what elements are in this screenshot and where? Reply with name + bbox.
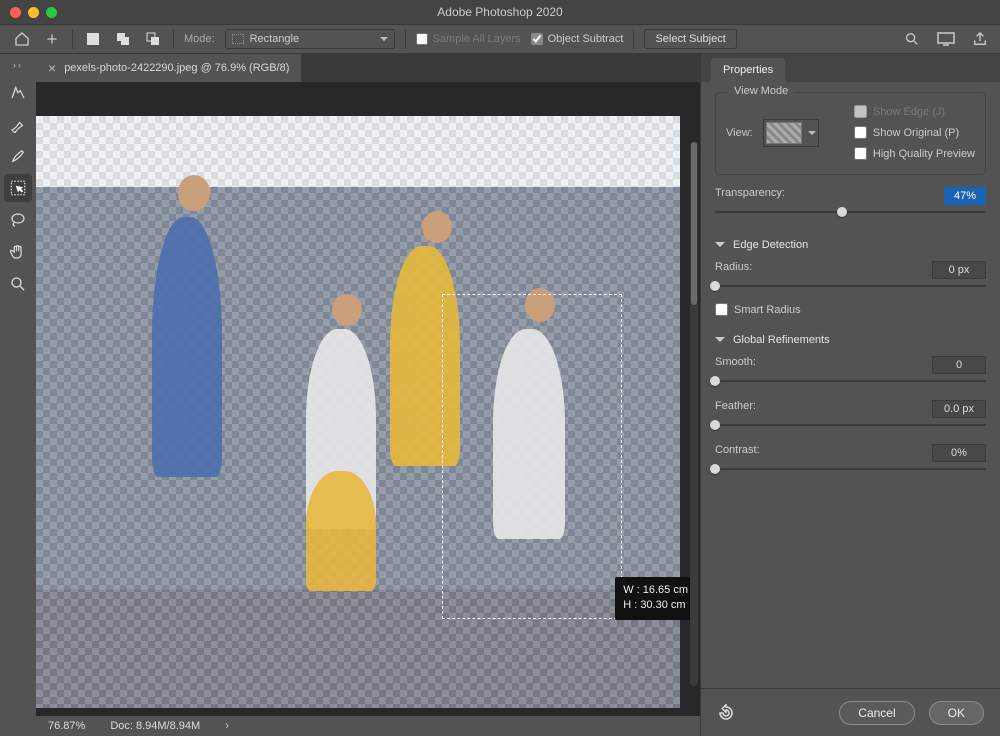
toolbox-collapse-icon[interactable]: ›› — [0, 60, 36, 70]
chevron-down-icon — [715, 242, 725, 252]
show-original-label: Show Original (P) — [873, 127, 959, 139]
radius-label: Radius: — [715, 261, 752, 279]
transparency-row: Transparency: 47% — [715, 187, 986, 213]
transparency-slider[interactable] — [715, 211, 986, 213]
document-tab-label: pexels-photo-2422290.jpeg @ 76.9% (RGB/8… — [64, 62, 289, 74]
left-toolbox: ›› — [0, 54, 36, 736]
view-label: View: — [726, 127, 753, 139]
canvas-viewport[interactable]: W : 16.65 cm H : 30.30 cm 76.87% Doc: 8.… — [36, 82, 700, 736]
radius-slider[interactable] — [715, 285, 986, 287]
zoom-tool-icon[interactable] — [4, 270, 32, 298]
canvas[interactable] — [36, 116, 680, 708]
transparency-handle[interactable] — [837, 207, 847, 217]
feather-label: Feather: — [715, 400, 756, 418]
select-subject-button[interactable]: Select Subject — [644, 29, 736, 49]
properties-panel: Properties View Mode View: Show Edge (J) — [700, 54, 1000, 736]
show-edge-checkbox[interactable]: Show Edge (J) — [854, 105, 975, 118]
sample-all-label: Sample All Layers — [433, 33, 521, 45]
chevron-down-icon — [715, 337, 725, 347]
document-area: × pexels-photo-2422290.jpeg @ 76.9% (RGB… — [36, 54, 700, 736]
subtract-selection-icon[interactable] — [143, 29, 163, 49]
new-selection-icon[interactable] — [83, 29, 103, 49]
view-mode-group: View Mode View: Show Edge (J) Show Ori — [715, 92, 986, 175]
reset-icon[interactable] — [717, 704, 735, 722]
nudge-icon[interactable] — [42, 29, 62, 49]
smooth-handle[interactable] — [710, 376, 720, 386]
home-icon[interactable] — [12, 29, 32, 49]
mode-value: Rectangle — [250, 33, 300, 45]
contrast-slider[interactable] — [715, 468, 986, 470]
status-more-icon[interactable]: › — [225, 720, 229, 732]
hand-tool-icon[interactable] — [4, 238, 32, 266]
smooth-value[interactable]: 0 — [932, 356, 986, 374]
search-icon[interactable] — [902, 29, 922, 49]
panel-footer: Cancel OK — [701, 688, 1000, 736]
high-quality-label: High Quality Preview — [873, 148, 975, 160]
smart-radius-input[interactable] — [715, 303, 728, 316]
brush-tool-icon[interactable] — [4, 142, 32, 170]
tooltip-width: W : 16.65 cm — [623, 583, 688, 598]
view-thumbnail-icon — [766, 122, 802, 144]
marquee-selection[interactable] — [442, 294, 622, 619]
mode-label: Mode: — [184, 33, 215, 45]
vertical-scrollbar[interactable] — [690, 142, 698, 686]
contrast-label: Contrast: — [715, 444, 760, 462]
close-tab-icon[interactable]: × — [48, 61, 56, 75]
contrast-value[interactable]: 0% — [932, 444, 986, 462]
transparency-value[interactable]: 47% — [944, 187, 986, 205]
smart-radius-checkbox[interactable]: Smart Radius — [715, 303, 986, 316]
smooth-slider[interactable] — [715, 380, 986, 382]
transparency-label: Transparency: — [715, 187, 785, 205]
object-selection-tool-icon[interactable] — [4, 174, 32, 202]
view-preview-dropdown[interactable] — [763, 119, 819, 147]
edge-detection-title: Edge Detection — [733, 239, 808, 251]
show-original-checkbox[interactable]: Show Original (P) — [854, 126, 975, 139]
panel-tabs: Properties — [701, 54, 1000, 82]
show-original-input[interactable] — [854, 126, 867, 139]
radius-value[interactable]: 0 px — [932, 261, 986, 279]
share-icon[interactable] — [970, 29, 990, 49]
options-bar: Mode: Rectangle Sample All Layers Object… — [0, 24, 1000, 54]
high-quality-checkbox[interactable]: High Quality Preview — [854, 147, 975, 160]
properties-tab[interactable]: Properties — [711, 58, 785, 82]
smart-radius-label: Smart Radius — [734, 304, 801, 316]
object-subtract-checkbox[interactable]: Object Subtract — [531, 33, 624, 45]
window-titlebar: Adobe Photoshop 2020 — [0, 0, 1000, 24]
document-tabs: × pexels-photo-2422290.jpeg @ 76.9% (RGB… — [36, 54, 700, 82]
high-quality-input[interactable] — [854, 147, 867, 160]
object-subtract-label: Object Subtract — [548, 33, 624, 45]
screen-mode-icon[interactable] — [936, 29, 956, 49]
feather-handle[interactable] — [710, 420, 720, 430]
document-tab[interactable]: × pexels-photo-2422290.jpeg @ 76.9% (RGB… — [36, 54, 301, 82]
feather-value[interactable]: 0.0 px — [932, 400, 986, 418]
ok-button[interactable]: OK — [929, 701, 984, 725]
show-edge-label: Show Edge (J) — [873, 106, 945, 118]
quick-selection-tool-icon[interactable] — [4, 78, 32, 106]
show-edge-input — [854, 105, 867, 118]
refine-edge-brush-icon[interactable] — [4, 110, 32, 138]
selection-size-tooltip: W : 16.65 cm H : 30.30 cm — [615, 577, 696, 620]
radius-handle[interactable] — [710, 281, 720, 291]
feather-slider[interactable] — [715, 424, 986, 426]
global-refinements-title: Global Refinements — [733, 334, 830, 346]
object-subtract-checkbox-input[interactable] — [531, 33, 543, 45]
edge-detection-header[interactable]: Edge Detection — [715, 239, 986, 251]
tooltip-height: H : 30.30 cm — [623, 598, 688, 613]
add-selection-icon[interactable] — [113, 29, 133, 49]
zoom-level[interactable]: 76.87% — [48, 720, 85, 732]
sample-all-layers-checkbox[interactable]: Sample All Layers — [416, 33, 521, 45]
view-mode-legend: View Mode — [728, 85, 794, 97]
lasso-tool-icon[interactable] — [4, 206, 32, 234]
global-refinements-header[interactable]: Global Refinements — [715, 334, 986, 346]
doc-info[interactable]: Doc: 8.94M/8.94M — [110, 720, 200, 732]
contrast-handle[interactable] — [710, 464, 720, 474]
app-title: Adobe Photoshop 2020 — [0, 5, 1000, 19]
smooth-label: Smooth: — [715, 356, 756, 374]
mode-dropdown[interactable]: Rectangle — [225, 29, 395, 49]
sample-all-checkbox-input[interactable] — [416, 33, 428, 45]
cancel-button[interactable]: Cancel — [839, 701, 914, 725]
status-bar: 76.87% Doc: 8.94M/8.94M › — [36, 716, 700, 736]
